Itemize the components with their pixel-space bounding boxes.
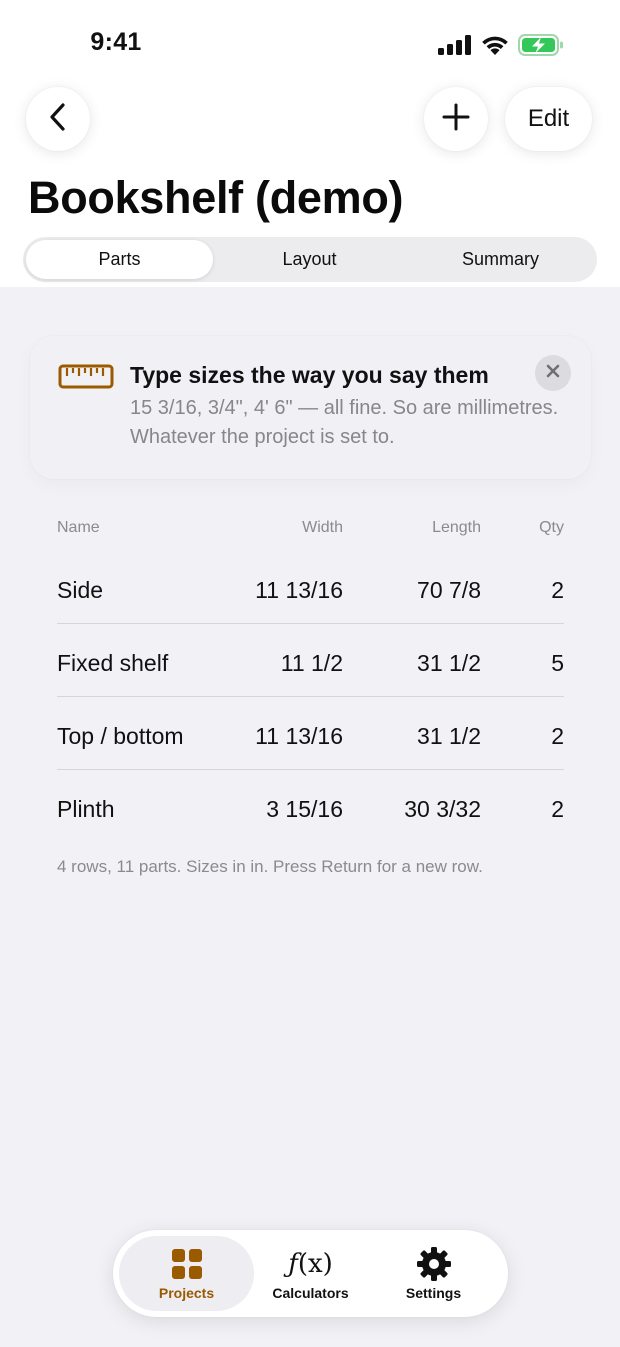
cell-name[interactable]: Plinth [57, 796, 115, 823]
tab-parts[interactable]: Parts [26, 240, 213, 279]
grid-icon [119, 1246, 254, 1282]
back-button[interactable] [26, 87, 90, 151]
tab-settings-label: Settings [405, 1285, 462, 1301]
tab-calculators[interactable]: ƒ(x) Calculators [243, 1236, 378, 1311]
table-row[interactable]: Plinth 3 15/16 30 3/32 2 [57, 770, 564, 843]
tab-summary[interactable]: Summary [407, 240, 594, 279]
cell-qty[interactable]: 2 [551, 796, 564, 823]
cell-qty[interactable]: 2 [551, 723, 564, 750]
tip-title: Type sizes the way you say them [130, 362, 489, 388]
table-body: Side 11 13/16 70 7/8 2 Fixed shelf 11 1/… [57, 551, 564, 843]
table-row[interactable]: Side 11 13/16 70 7/8 2 [57, 551, 564, 624]
cell-width[interactable]: 3 15/16 [266, 796, 343, 823]
add-button[interactable] [424, 87, 488, 151]
table-header: Name Width Length Qty [57, 505, 564, 551]
segmented-control: Parts Layout Summary [23, 237, 597, 282]
cell-length[interactable]: 70 7/8 [417, 577, 481, 604]
tab-settings[interactable]: Settings [366, 1236, 501, 1311]
tip-body: 15 3/16, 3/4", 4' 6" — all fine. So are … [130, 397, 559, 448]
tab-projects[interactable]: Projects [119, 1236, 254, 1311]
tab-projects-label: Projects [158, 1285, 215, 1301]
tab-calculators-label: Calculators [272, 1285, 349, 1301]
wifi-icon [480, 34, 510, 61]
cell-width[interactable]: 11 13/16 [255, 723, 343, 750]
column-header-qty: Qty [539, 519, 564, 536]
cell-length[interactable]: 31 1/2 [417, 650, 481, 677]
column-header-width: Width [302, 519, 343, 536]
gear-icon [366, 1246, 501, 1282]
edit-button[interactable]: Edit [505, 87, 592, 151]
cell-name[interactable]: Fixed shelf [57, 650, 168, 677]
chevron-left-icon [48, 102, 68, 137]
tab-layout[interactable]: Layout [216, 240, 403, 279]
battery-charging-icon [518, 34, 564, 61]
cell-length[interactable]: 31 1/2 [417, 723, 481, 750]
column-header-name: Name [57, 519, 100, 536]
tab-bar: Projects ƒ(x) Calculators Settings [113, 1230, 508, 1317]
plus-icon [442, 103, 470, 136]
cell-name[interactable]: Top / bottom [57, 723, 184, 750]
status-time: 9:41 [90, 28, 142, 56]
status-bar: 9:41 [0, 0, 620, 90]
cell-name[interactable]: Side [57, 577, 103, 604]
function-icon: ƒ(x) [288, 1249, 333, 1279]
cell-width[interactable]: 11 13/16 [255, 577, 343, 604]
dismiss-tip-button[interactable] [535, 355, 571, 391]
header-area: 9:41 Edit Bookshelf (demo) Parts Layout … [0, 0, 620, 287]
table-footnote: 4 rows, 11 parts. Sizes in in. Press Ret… [57, 857, 483, 876]
cell-width[interactable]: 11 1/2 [281, 650, 343, 677]
page-title: Bookshelf (demo) [28, 172, 404, 223]
parts-table: Name Width Length Qty Side 11 13/16 70 7… [57, 505, 564, 843]
cell-length[interactable]: 30 3/32 [404, 796, 481, 823]
ruler-icon [58, 364, 114, 395]
column-header-length: Length [432, 519, 481, 536]
tip-card: Type sizes the way you say them 15 3/16,… [30, 336, 591, 479]
table-row[interactable]: Top / bottom 11 13/16 31 1/2 2 [57, 697, 564, 770]
signal-icon [438, 35, 472, 60]
cell-qty[interactable]: 2 [551, 577, 564, 604]
table-row[interactable]: Fixed shelf 11 1/2 31 1/2 5 [57, 624, 564, 697]
cell-qty[interactable]: 5 [551, 650, 564, 677]
close-icon [545, 363, 561, 384]
